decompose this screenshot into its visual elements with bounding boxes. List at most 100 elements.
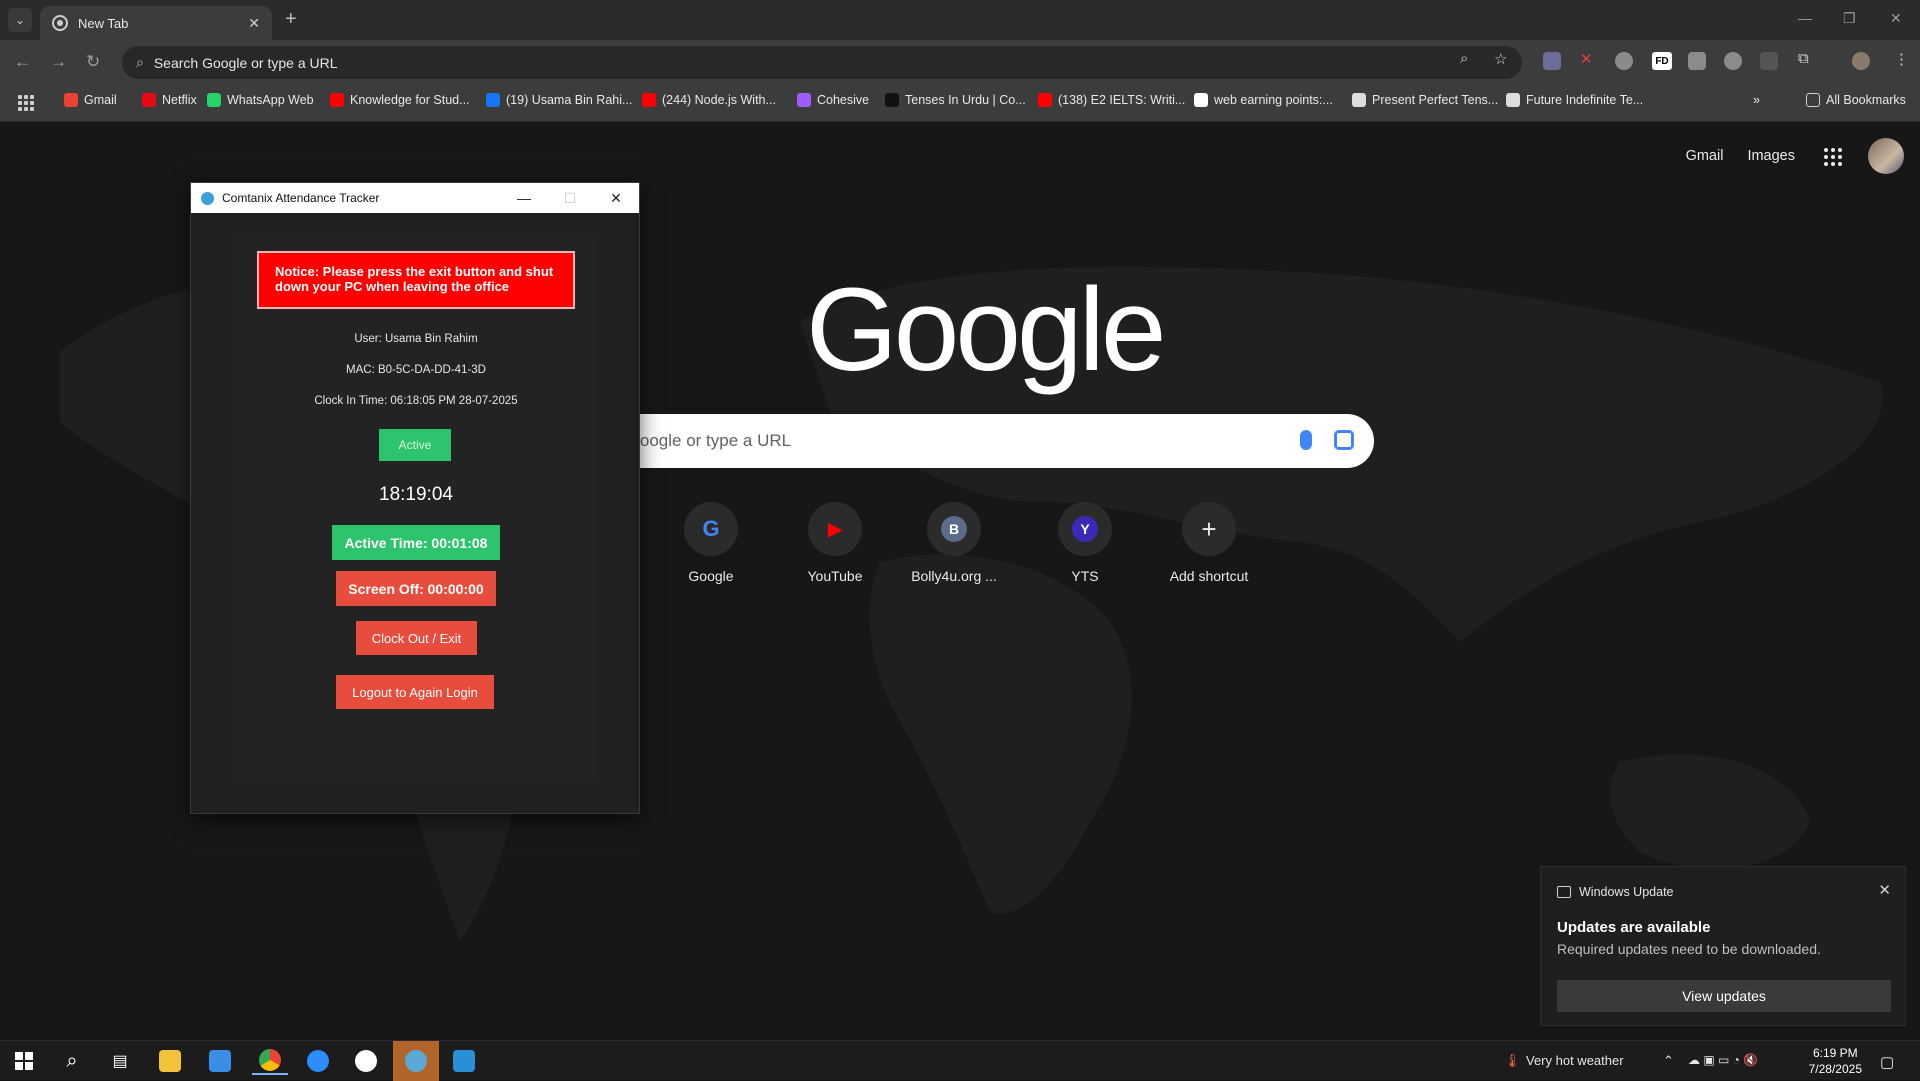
windows-taskbar: ⌕ ▤ 🌡 Very hot weather ⌃ ☁ ▣ ▭ ◔ 🔇 6:19 … — [0, 1040, 1920, 1081]
bookmark-label: Knowledge for Stud... — [350, 93, 470, 107]
zoom-icon[interactable]: ⌕ — [1460, 50, 1468, 67]
extension-icon[interactable] — [1724, 52, 1742, 70]
close-window-button[interactable]: ✕ — [1890, 10, 1902, 27]
chrome-icon — [52, 15, 68, 31]
chrome-taskbar-icon[interactable] — [252, 1047, 288, 1075]
toast-close-icon[interactable]: ✕ — [1878, 881, 1891, 899]
windows-start-icon[interactable] — [6, 1047, 42, 1075]
bookmark-star-icon[interactable]: ☆ — [1494, 50, 1507, 68]
clock-out-exit-button[interactable]: Clock Out / Exit — [356, 621, 477, 655]
clock-date[interactable]: 6:19 PM 7/28/2025 — [1809, 1045, 1862, 1077]
exit-notice-banner: Notice: Please press the exit button and… — [257, 251, 575, 309]
fd-extension-icon[interactable]: FD — [1652, 52, 1672, 70]
bookmark-item[interactable]: Knowledge for Stud... — [330, 93, 470, 107]
app-icon[interactable] — [348, 1047, 384, 1075]
shortcut-tile[interactable]: G Google — [655, 502, 767, 584]
extensions-puzzle-icon[interactable]: ⧉ — [1798, 50, 1809, 67]
shortcut-tile[interactable]: + Add shortcut — [1153, 502, 1265, 584]
forward-button[interactable]: → — [50, 52, 67, 72]
bookmark-item[interactable]: Tenses In Urdu | Co... — [885, 93, 1026, 107]
ntp-search-box[interactable]: ch Google or type a URL — [574, 414, 1374, 468]
bookmark-item[interactable]: (138) E2 IELTS: Writi... — [1038, 93, 1185, 107]
zoom-app-icon[interactable] — [300, 1047, 336, 1075]
shortcut-tile[interactable]: Y YTS — [1029, 502, 1141, 584]
gmail-link[interactable]: Gmail — [1686, 148, 1724, 164]
weather-label[interactable]: Very hot weather — [1526, 1053, 1624, 1068]
task-view-icon[interactable]: ▤ — [102, 1047, 138, 1075]
notification-center-icon[interactable]: ▢ — [1880, 1053, 1894, 1071]
tray-icons[interactable]: ☁ ▣ ▭ ◔ 🔇 — [1688, 1053, 1758, 1067]
reload-button[interactable]: ↻ — [86, 52, 100, 72]
bookmark-favicon-icon — [885, 93, 899, 107]
bookmark-label: (244) Node.js With... — [662, 93, 776, 107]
google-lens-icon[interactable] — [1334, 430, 1354, 450]
clock-in-label: Clock In Time: 06:18:05 PM 28-07-2025 — [314, 395, 518, 407]
back-button[interactable]: ← — [14, 52, 31, 72]
bookmark-label: Gmail — [84, 93, 117, 107]
bookmark-item[interactable]: WhatsApp Web — [207, 93, 314, 107]
all-bookmarks-folder[interactable]: All Bookmarks — [1806, 93, 1906, 107]
new-tab-button[interactable]: + — [285, 8, 297, 31]
tracker-app-icon — [201, 191, 214, 205]
shortcut-tile[interactable]: B Bolly4u.org ... — [898, 502, 1010, 584]
restore-window-button[interactable]: ❐ — [1843, 10, 1856, 27]
minimize-window-button[interactable]: — — [1798, 10, 1812, 26]
profile-avatar[interactable] — [1852, 52, 1870, 70]
close-tab-icon[interactable]: ✕ — [248, 15, 260, 32]
bookmark-item[interactable]: (19) Usama Bin Rahi... — [486, 93, 632, 107]
weather-icon: 🌡 — [1504, 1053, 1521, 1068]
microsoft-store-icon[interactable] — [202, 1047, 238, 1075]
file-explorer-icon[interactable] — [152, 1047, 188, 1075]
tab-search-button[interactable]: ⌄ — [8, 8, 32, 32]
shortcut-label: Add shortcut — [1169, 568, 1249, 584]
bookmark-item[interactable]: web earning points:... — [1194, 93, 1333, 107]
bookmark-item[interactable]: (244) Node.js With... — [642, 93, 776, 107]
bookmark-item[interactable]: Gmail — [64, 93, 117, 107]
address-bar[interactable]: ⌕ Search Google or type a URL — [122, 46, 1522, 79]
bookmark-favicon-icon — [642, 93, 656, 107]
bookmark-favicon-icon — [1194, 93, 1208, 107]
view-updates-button[interactable]: View updates — [1557, 980, 1891, 1012]
attendance-tracker-taskbar-icon[interactable] — [393, 1041, 439, 1081]
extension-icon[interactable] — [1688, 52, 1706, 70]
bookmark-label: Cohesive — [817, 93, 870, 107]
tracker-close-button[interactable]: ✕ — [593, 190, 639, 207]
taskbar-date: 7/28/2025 — [1808, 1062, 1862, 1076]
google-apps-icon[interactable] — [1824, 148, 1842, 166]
logout-login-button[interactable]: Logout to Again Login — [336, 675, 494, 709]
user-label: User: Usama Bin Rahim — [354, 333, 478, 345]
current-time-clock: 18:19:04 — [379, 484, 453, 505]
extension-icon[interactable] — [1760, 52, 1778, 70]
apps-grid-icon[interactable] — [18, 95, 34, 111]
extension-x-icon[interactable]: ✕ — [1580, 50, 1593, 68]
vscode-icon[interactable] — [446, 1047, 482, 1075]
shortcut-label: Bolly4u.org ... — [911, 568, 997, 584]
globe-extension-icon[interactable] — [1615, 52, 1633, 70]
bookmarks-bar: Gmail Netflix WhatsApp Web Knowledge for St… — [0, 84, 1920, 122]
bookmark-item[interactable]: Netflix — [142, 93, 197, 107]
shortcut-icon: ▶ — [808, 502, 862, 556]
shortcut-tile[interactable]: ▶ YouTube — [779, 502, 891, 584]
bookmark-label: (19) Usama Bin Rahi... — [506, 93, 633, 107]
shortcut-icon: + — [1182, 502, 1236, 556]
bookmark-item[interactable]: Future Indefinite Te... — [1506, 93, 1643, 107]
tracker-maximize-button: ☐ — [563, 189, 577, 206]
tab-new-tab[interactable]: New Tab ✕ — [40, 6, 272, 40]
toast-title: Updates are available — [1557, 919, 1711, 936]
shortcut-label: YTS — [1071, 568, 1099, 584]
bookmark-label: Netflix — [162, 93, 197, 107]
voice-search-mic-icon[interactable] — [1300, 430, 1312, 450]
bookmark-item[interactable]: Cohesive — [797, 93, 869, 107]
more-bookmarks-icon[interactable]: » — [1753, 93, 1760, 107]
account-avatar[interactable] — [1868, 138, 1904, 174]
search-icon[interactable]: ⌕ — [54, 1047, 90, 1075]
extension-icon[interactable] — [1543, 52, 1561, 70]
bookmark-label: (138) E2 IELTS: Writi... — [1058, 93, 1186, 107]
images-link[interactable]: Images — [1747, 148, 1795, 164]
bookmark-item[interactable]: Present Perfect Tens... — [1352, 93, 1498, 107]
tracker-minimize-button[interactable]: — — [501, 190, 547, 207]
mac-label: MAC: B0-5C-DA-DD-41-3D — [346, 364, 486, 376]
more-menu-icon[interactable]: ⋮ — [1894, 50, 1909, 68]
tray-overflow-icon[interactable]: ⌃ — [1663, 1053, 1674, 1069]
google-logo: Google — [806, 264, 1167, 396]
